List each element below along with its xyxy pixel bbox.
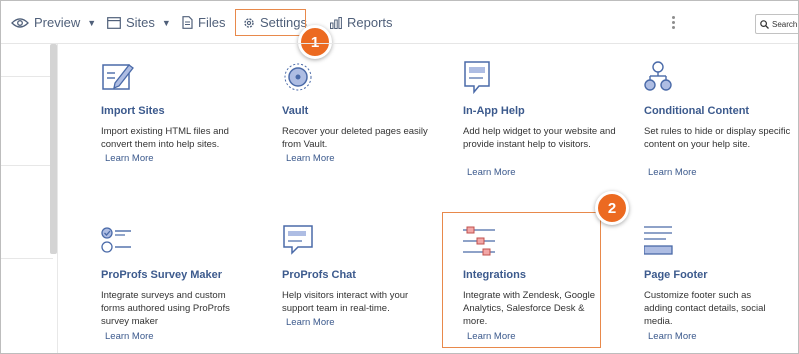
sites-label: Sites [126, 15, 155, 30]
card-title: Page Footer [644, 269, 708, 281]
card-title: Conditional Content [644, 105, 750, 117]
reports-label: Reports [347, 15, 393, 30]
learn-more-link[interactable]: Learn More [105, 153, 154, 164]
learn-more-link[interactable]: Learn More [286, 317, 335, 328]
file-icon [182, 16, 193, 29]
eye-icon [11, 17, 29, 28]
in-app-help-icon [464, 61, 490, 95]
bar-chart-icon [330, 16, 342, 29]
card-description: Integrate surveys and custom forms autho… [101, 290, 230, 327]
integrations-highlight-box [442, 212, 601, 348]
conditional-content-icon [644, 61, 672, 91]
learn-more-link[interactable]: Learn More [105, 331, 154, 342]
card-vault[interactable]: Vault Recover your deleted pages easily … [282, 59, 428, 164]
sites-icon [107, 16, 121, 29]
card-title: In-App Help [463, 105, 525, 117]
learn-more-link[interactable]: Learn More [467, 167, 516, 178]
learn-more-link[interactable]: Learn More [648, 331, 697, 342]
card-title: ProProfs Chat [282, 269, 356, 281]
app-frame: Preview ▼ Sites ▼ Files Settings Reports… [0, 0, 799, 354]
reports-menu[interactable]: Reports [330, 15, 393, 30]
card-description: Import existing HTML files and convert t… [101, 126, 229, 150]
sidebar-edge [57, 44, 58, 353]
card-in-app-help[interactable]: In-App Help Add help widget to your webs… [463, 59, 616, 178]
sites-menu[interactable]: Sites ▼ [107, 15, 171, 30]
sidebar-divider [1, 258, 53, 259]
chevron-down-icon: ▼ [161, 17, 171, 28]
learn-more-link[interactable]: Learn More [286, 153, 335, 164]
card-description: Set rules to hide or display specific co… [644, 126, 791, 150]
preview-label: Preview [34, 15, 81, 30]
card-import-sites[interactable]: Import Sites Import existing HTML files … [101, 59, 229, 164]
more-options-icon[interactable] [672, 16, 676, 31]
search-placeholder: Search [772, 19, 798, 29]
step-badge-1: 1 [298, 25, 332, 59]
search-icon [760, 19, 769, 29]
card-page-footer[interactable]: Page Footer Customize footer such as add… [644, 223, 765, 342]
card-description: Customize footer such as adding contact … [644, 290, 766, 327]
sidebar-scrollbar[interactable] [50, 44, 57, 254]
card-description: Help visitors interact with your support… [282, 290, 409, 314]
files-label: Files [198, 15, 226, 30]
card-title: Import Sites [101, 105, 165, 117]
page-footer-icon [644, 226, 673, 255]
preview-menu[interactable]: Preview ▼ [11, 15, 96, 30]
survey-maker-icon [101, 227, 131, 253]
chat-icon [283, 225, 313, 255]
chevron-down-icon: ▼ [87, 17, 97, 28]
card-survey-maker[interactable]: ProProfs Survey Maker Integrate surveys … [101, 223, 230, 342]
import-sites-icon [102, 64, 134, 90]
card-title: ProProfs Survey Maker [101, 269, 223, 281]
card-description: Add help widget to your website and prov… [463, 126, 616, 150]
card-description: Recover your deleted pages easily from V… [282, 126, 428, 150]
top-toolbar: Preview ▼ Sites ▼ Files Settings Reports… [1, 1, 798, 43]
vault-icon [284, 63, 312, 91]
learn-more-link[interactable]: Learn More [648, 167, 697, 178]
files-menu[interactable]: Files [182, 15, 225, 30]
card-title: Vault [282, 105, 309, 117]
card-conditional-content[interactable]: Conditional Content Set rules to hide or… [644, 59, 790, 178]
toolbar-divider [1, 43, 798, 44]
search-input[interactable]: Search [755, 14, 798, 34]
sidebar-divider [1, 165, 53, 166]
card-chat[interactable]: ProProfs Chat Help visitors interact wit… [282, 223, 408, 328]
sidebar-divider [1, 76, 53, 77]
settings-highlight-box [235, 9, 306, 36]
left-sidebar [1, 44, 57, 353]
step-badge-2: 2 [595, 191, 629, 225]
